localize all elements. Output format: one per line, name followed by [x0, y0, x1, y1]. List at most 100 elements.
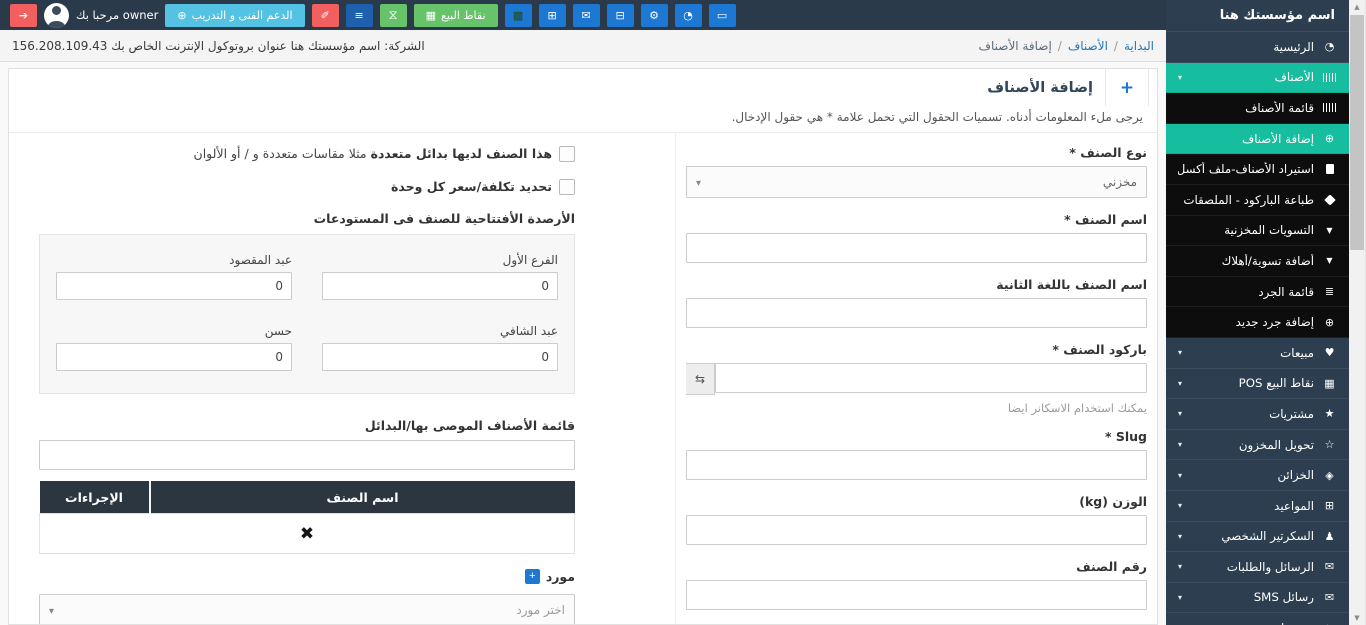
keyboard-icon [513, 9, 523, 22]
recommended-items-table: اسم الصنف الإجراءات ✖ [39, 481, 575, 554]
sidebar-item-items-list[interactable]: قائمة الأصناف [1166, 93, 1349, 124]
item-type-select[interactable]: مخزني [686, 166, 1147, 198]
chevron-down-icon [1178, 73, 1182, 82]
add-items-panel: + إضافة الأصناف يرجى ملء المعلومات أدناه… [8, 68, 1158, 625]
keyboard-button[interactable] [505, 4, 532, 27]
sidebar-item-home[interactable]: الرئيسية [1166, 32, 1349, 63]
sidebar-item-add-items[interactable]: إضافة الأصناف [1166, 124, 1349, 155]
gauge-icon [683, 9, 693, 22]
eraser-button[interactable] [312, 4, 339, 27]
item-name-second-label: اسم الصنف باللغة الثانية [686, 277, 1147, 292]
warehouse-label: عبد المقصود [56, 253, 292, 267]
unit-cost-checkbox-row: تحديد تكلفة/سعر كل وحدة [39, 178, 575, 196]
hourglass-button[interactable] [380, 4, 407, 27]
monitor-button[interactable] [709, 4, 736, 27]
sidebar-item-inventory-list[interactable]: قائمة الجرد [1166, 277, 1349, 308]
barcode-icon [1322, 103, 1337, 112]
shuffle-icon [695, 372, 705, 386]
warehouse-cell: عبد الشافي [322, 324, 558, 371]
item-name-second-input[interactable] [686, 298, 1147, 328]
scroll-down-icon[interactable] [1349, 611, 1365, 625]
dashboard-button[interactable] [675, 4, 702, 27]
supplier-label: مورد [546, 569, 575, 584]
scrollbar-thumb[interactable] [1350, 15, 1364, 250]
warehouse-balance-input[interactable] [56, 343, 292, 371]
sidebar-item-safes[interactable]: الخزائن [1166, 460, 1349, 491]
pos-button[interactable]: نقاط البيع [414, 4, 498, 27]
filter-icon [1322, 226, 1337, 235]
cogs-icon [649, 9, 659, 22]
support-button[interactable]: الدعم الفنى و التدريب [165, 4, 304, 27]
sidebar-item-pos[interactable]: نقاط البيع POS [1166, 369, 1349, 400]
item-name-input[interactable] [686, 233, 1147, 263]
user-icon [1322, 530, 1337, 543]
add-icon[interactable]: + [1105, 69, 1149, 106]
warehouse-label: حسن [56, 324, 292, 338]
sidebar-item-personal-secretary[interactable]: السكرتير الشخصي [1166, 522, 1349, 553]
menu-button[interactable] [346, 4, 373, 27]
breadcrumb-home[interactable]: البداية [1124, 39, 1154, 53]
shuffle-icon [1322, 622, 1337, 625]
sidebar-item-returns[interactable]: مرتجعات [1166, 613, 1349, 625]
supplier-select[interactable]: اختر مورد [39, 594, 575, 624]
sidebar-item-add-adjustment[interactable]: أضافة تسوية/أهلاك [1166, 246, 1349, 277]
weight-input[interactable] [686, 515, 1147, 545]
sidebar-item-purchases[interactable]: مشتريات [1166, 399, 1349, 430]
unit-cost-checkbox-label: تحديد تكلفة/سعر كل وحدة [391, 178, 552, 196]
calendar-button[interactable] [539, 4, 566, 27]
avatar[interactable] [44, 3, 69, 28]
warehouse-balance-input[interactable] [322, 343, 558, 371]
eraser-icon [320, 9, 329, 22]
clear-icon[interactable]: ✖ [300, 524, 314, 544]
chevron-down-icon [1178, 501, 1182, 510]
column-item-name: اسم الصنف [150, 481, 575, 514]
variants-checkbox-row: هذا الصنف لديها بدائل متعددة مثلا مقاسات… [39, 145, 575, 163]
chevron-down-icon [1178, 409, 1182, 418]
unit-cost-checkbox[interactable] [559, 179, 575, 195]
add-supplier-button[interactable]: + [525, 569, 540, 584]
scroll-up-icon[interactable] [1349, 0, 1365, 14]
calculator-button[interactable] [607, 4, 634, 27]
greeting-text: مرحبا بك owner [76, 8, 158, 22]
sidebar-item-stock-transfer[interactable]: تحويل المخزون [1166, 430, 1349, 461]
form: نوع الصنف * مخزني اسم الصنف * اسم الصنف [9, 133, 1157, 624]
sidebar-item-appointments[interactable]: المواعيد [1166, 491, 1349, 522]
warehouse-balance-input[interactable] [56, 272, 292, 300]
sidebar-item-sales[interactable]: مبيعات [1166, 338, 1349, 369]
chevron-down-icon [49, 603, 54, 617]
envelope-button[interactable] [573, 4, 600, 27]
variants-checkbox[interactable] [559, 146, 575, 162]
warehouse-balance-input[interactable] [322, 272, 558, 300]
sidebar-item-sms[interactable]: رسائل SMS [1166, 583, 1349, 614]
warehouse-label: الفرع الأول [322, 253, 558, 267]
generate-barcode-button[interactable] [686, 363, 715, 395]
slug-input[interactable] [686, 450, 1147, 480]
variants-checkbox-label: هذا الصنف لديها بدائل متعددة مثلا مقاسات… [194, 145, 552, 163]
page-scrollbar[interactable] [1349, 0, 1366, 625]
monitor-icon [717, 9, 727, 22]
item-number-input[interactable] [686, 580, 1147, 610]
sidebar-item-import-excel[interactable]: استيراد الأصناف-ملف أكسل [1166, 154, 1349, 185]
supplier-row: مورد + [39, 569, 575, 584]
chevron-down-icon [696, 175, 701, 189]
settings-button[interactable] [641, 4, 668, 27]
sidebar-item-stock-adjustments[interactable]: التسويات المخزنية [1166, 216, 1349, 247]
column-actions: الإجراءات [40, 481, 150, 514]
sidebar-item-items[interactable]: الأصناف [1166, 63, 1349, 94]
panel-header: + إضافة الأصناف [9, 69, 1157, 106]
sidebar-item-messages-orders[interactable]: الرسائل والطلبات [1166, 552, 1349, 583]
chevron-down-icon [1178, 348, 1182, 357]
warehouse-cell: الفرع الأول [322, 253, 558, 300]
logout-button[interactable] [10, 4, 37, 27]
breadcrumb-items[interactable]: الأصناف [1068, 39, 1108, 53]
topbar: مرحبا بك owner الدعم الفنى و التدريب نقا… [0, 0, 1166, 30]
star-outline-icon [1322, 438, 1337, 451]
info-bar: البداية / الأصناف / إضافة الأصناف الشركة… [0, 30, 1166, 62]
recommended-items-input[interactable] [39, 440, 575, 470]
app-root: اسم مؤسستك هنا الرئيسية الأصناف قائمة ال… [0, 0, 1366, 625]
sidebar-item-barcode-print[interactable]: طباعة الباركود - الملصقات [1166, 185, 1349, 216]
opening-balances-panel: الفرع الأول عبد المقصود عبد الشافي [39, 234, 575, 394]
sidebar-item-add-inventory[interactable]: إضافة جرد جديد [1166, 307, 1349, 338]
barcode-input[interactable] [715, 363, 1147, 393]
recommended-items-label: قائمة الأصناف الموصى بها/البدائل [39, 418, 575, 433]
